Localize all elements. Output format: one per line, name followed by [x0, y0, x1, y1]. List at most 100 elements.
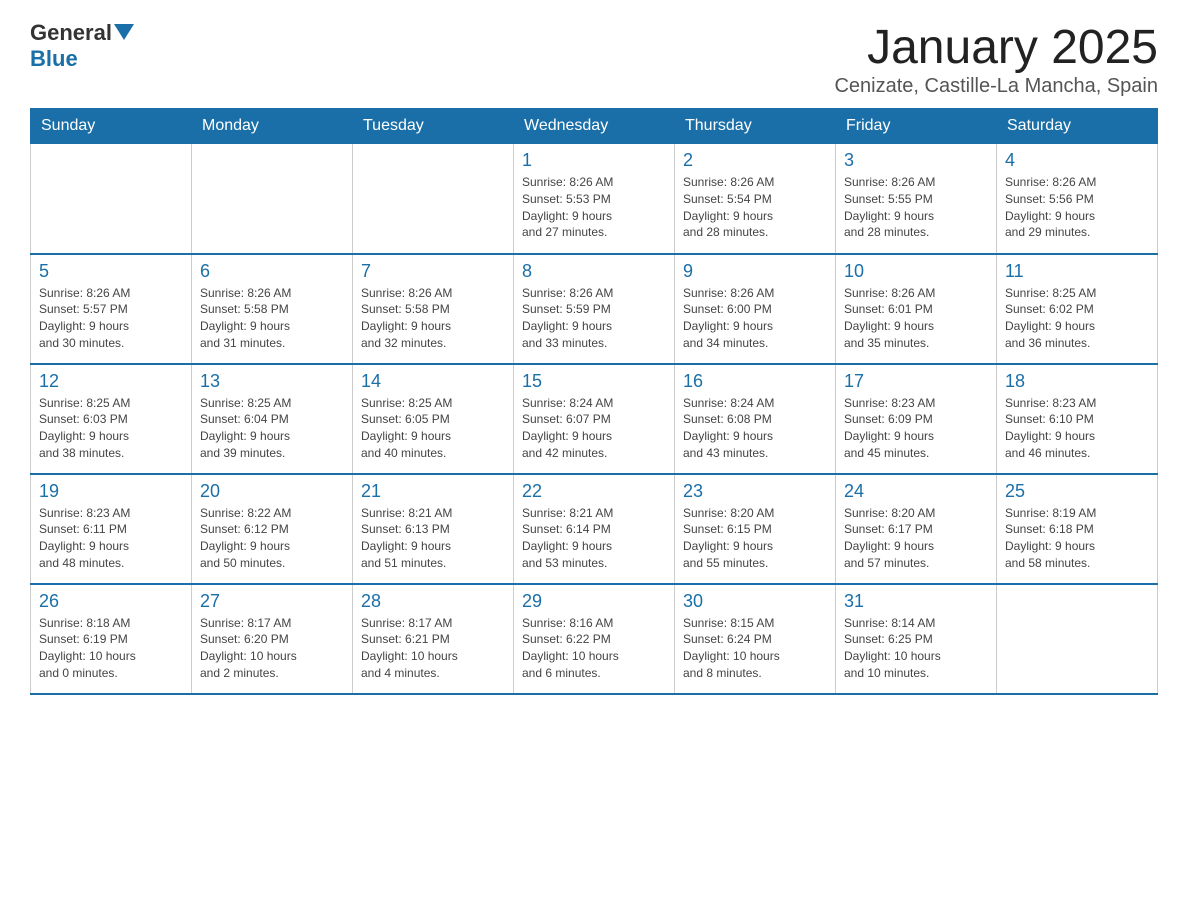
day-info: Sunrise: 8:16 AM Sunset: 6:22 PM Dayligh…	[522, 615, 666, 682]
day-info: Sunrise: 8:15 AM Sunset: 6:24 PM Dayligh…	[683, 615, 827, 682]
title-block: January 2025 Cenizate, Castille-La Manch…	[834, 20, 1158, 98]
day-info: Sunrise: 8:26 AM Sunset: 5:54 PM Dayligh…	[683, 174, 827, 241]
calendar-cell: 13 Sunrise: 8:25 AM Sunset: 6:04 PM Dayli…	[192, 364, 353, 474]
calendar-cell: 17 Sunrise: 8:23 AM Sunset: 6:09 PM Dayli…	[836, 364, 997, 474]
day-number: 17	[844, 371, 988, 392]
calendar-cell: 15 Sunrise: 8:24 AM Sunset: 6:07 PM Dayli…	[514, 364, 675, 474]
day-number: 12	[39, 371, 183, 392]
day-number: 5	[39, 261, 183, 282]
day-info: Sunrise: 8:20 AM Sunset: 6:17 PM Dayligh…	[844, 505, 988, 572]
column-header-friday: Friday	[836, 109, 997, 144]
calendar-cell: 30 Sunrise: 8:15 AM Sunset: 6:24 PM Dayli…	[675, 584, 836, 694]
column-header-monday: Monday	[192, 109, 353, 144]
calendar-cell: 24 Sunrise: 8:20 AM Sunset: 6:17 PM Dayli…	[836, 474, 997, 584]
day-number: 10	[844, 261, 988, 282]
day-info: Sunrise: 8:17 AM Sunset: 6:20 PM Dayligh…	[200, 615, 344, 682]
day-info: Sunrise: 8:19 AM Sunset: 6:18 PM Dayligh…	[1005, 505, 1149, 572]
calendar-cell: 2 Sunrise: 8:26 AM Sunset: 5:54 PM Daylig…	[675, 144, 836, 254]
day-info: Sunrise: 8:24 AM Sunset: 6:07 PM Dayligh…	[522, 395, 666, 462]
calendar-cell: 14 Sunrise: 8:25 AM Sunset: 6:05 PM Dayli…	[353, 364, 514, 474]
calendar-cell: 16 Sunrise: 8:24 AM Sunset: 6:08 PM Dayli…	[675, 364, 836, 474]
day-info: Sunrise: 8:22 AM Sunset: 6:12 PM Dayligh…	[200, 505, 344, 572]
day-info: Sunrise: 8:25 AM Sunset: 6:05 PM Dayligh…	[361, 395, 505, 462]
day-info: Sunrise: 8:26 AM Sunset: 5:53 PM Dayligh…	[522, 174, 666, 241]
calendar-cell: 7Sunrise: 8:26 AM Sunset: 5:58 PM Daylig…	[353, 254, 514, 364]
day-info: Sunrise: 8:25 AM Sunset: 6:03 PM Dayligh…	[39, 395, 183, 462]
day-number: 18	[1005, 371, 1149, 392]
calendar-cell: 31Sunrise: 8:14 AM Sunset: 6:25 PM Dayli…	[836, 584, 997, 694]
calendar-cell: 10 Sunrise: 8:26 AM Sunset: 6:01 PM Dayli…	[836, 254, 997, 364]
calendar-cell: 28Sunrise: 8:17 AM Sunset: 6:21 PM Dayli…	[353, 584, 514, 694]
day-info: Sunrise: 8:21 AM Sunset: 6:14 PM Dayligh…	[522, 505, 666, 572]
calendar-cell: 26Sunrise: 8:18 AM Sunset: 6:19 PM Dayli…	[31, 584, 192, 694]
day-info: Sunrise: 8:23 AM Sunset: 6:11 PM Dayligh…	[39, 505, 183, 572]
day-number: 3	[844, 150, 988, 171]
week-row-1: 1Sunrise: 8:26 AM Sunset: 5:53 PM Daylig…	[31, 144, 1158, 254]
day-info: Sunrise: 8:26 AM Sunset: 5:55 PM Dayligh…	[844, 174, 988, 241]
column-header-sunday: Sunday	[31, 109, 192, 144]
day-number: 22	[522, 481, 666, 502]
day-number: 29	[522, 591, 666, 612]
day-info: Sunrise: 8:23 AM Sunset: 6:09 PM Dayligh…	[844, 395, 988, 462]
day-number: 15	[522, 371, 666, 392]
day-info: Sunrise: 8:26 AM Sunset: 5:56 PM Dayligh…	[1005, 174, 1149, 241]
day-number: 21	[361, 481, 505, 502]
day-info: Sunrise: 8:26 AM Sunset: 6:00 PM Dayligh…	[683, 285, 827, 352]
calendar-cell	[353, 144, 514, 254]
calendar-cell: 1Sunrise: 8:26 AM Sunset: 5:53 PM Daylig…	[514, 144, 675, 254]
day-info: Sunrise: 8:20 AM Sunset: 6:15 PM Dayligh…	[683, 505, 827, 572]
calendar-cell: 22 Sunrise: 8:21 AM Sunset: 6:14 PM Dayli…	[514, 474, 675, 584]
day-number: 26	[39, 591, 183, 612]
week-row-4: 19Sunrise: 8:23 AM Sunset: 6:11 PM Dayli…	[31, 474, 1158, 584]
day-number: 16	[683, 371, 827, 392]
calendar-cell	[997, 584, 1158, 694]
calendar-table: SundayMondayTuesdayWednesdayThursdayFrid…	[30, 108, 1158, 695]
day-info: Sunrise: 8:21 AM Sunset: 6:13 PM Dayligh…	[361, 505, 505, 572]
day-number: 27	[200, 591, 344, 612]
day-info: Sunrise: 8:25 AM Sunset: 6:04 PM Dayligh…	[200, 395, 344, 462]
logo-blue-text: Blue	[30, 46, 78, 71]
day-info: Sunrise: 8:26 AM Sunset: 5:58 PM Dayligh…	[200, 285, 344, 352]
day-info: Sunrise: 8:26 AM Sunset: 5:59 PM Dayligh…	[522, 285, 666, 352]
calendar-cell: 29 Sunrise: 8:16 AM Sunset: 6:22 PM Dayli…	[514, 584, 675, 694]
day-number: 14	[361, 371, 505, 392]
calendar-cell	[31, 144, 192, 254]
calendar-cell: 4Sunrise: 8:26 AM Sunset: 5:56 PM Daylig…	[997, 144, 1158, 254]
header-row: SundayMondayTuesdayWednesdayThursdayFrid…	[31, 109, 1158, 144]
day-number: 13	[200, 371, 344, 392]
calendar-cell: 21 Sunrise: 8:21 AM Sunset: 6:13 PM Dayli…	[353, 474, 514, 584]
day-info: Sunrise: 8:14 AM Sunset: 6:25 PM Dayligh…	[844, 615, 988, 682]
day-number: 11	[1005, 261, 1149, 282]
calendar-title: January 2025	[834, 20, 1158, 75]
day-number: 8	[522, 261, 666, 282]
page-header: General Blue January 2025 Cenizate, Cast…	[30, 20, 1158, 98]
day-number: 7	[361, 261, 505, 282]
day-number: 30	[683, 591, 827, 612]
day-number: 2	[683, 150, 827, 171]
column-header-thursday: Thursday	[675, 109, 836, 144]
day-number: 23	[683, 481, 827, 502]
column-header-tuesday: Tuesday	[353, 109, 514, 144]
logo-general-text: General	[30, 20, 112, 45]
calendar-cell: 11 Sunrise: 8:25 AM Sunset: 6:02 PM Dayli…	[997, 254, 1158, 364]
calendar-cell: 6 Sunrise: 8:26 AM Sunset: 5:58 PM Daylig…	[192, 254, 353, 364]
day-info: Sunrise: 8:25 AM Sunset: 6:02 PM Dayligh…	[1005, 285, 1149, 352]
calendar-cell: 18Sunrise: 8:23 AM Sunset: 6:10 PM Dayli…	[997, 364, 1158, 474]
day-number: 6	[200, 261, 344, 282]
calendar-cell: 27 Sunrise: 8:17 AM Sunset: 6:20 PM Dayli…	[192, 584, 353, 694]
calendar-cell: 19Sunrise: 8:23 AM Sunset: 6:11 PM Dayli…	[31, 474, 192, 584]
day-info: Sunrise: 8:26 AM Sunset: 6:01 PM Dayligh…	[844, 285, 988, 352]
week-row-5: 26Sunrise: 8:18 AM Sunset: 6:19 PM Dayli…	[31, 584, 1158, 694]
day-number: 25	[1005, 481, 1149, 502]
logo-triangle-icon	[114, 24, 134, 40]
calendar-header: SundayMondayTuesdayWednesdayThursdayFrid…	[31, 109, 1158, 144]
calendar-cell	[192, 144, 353, 254]
day-number: 24	[844, 481, 988, 502]
calendar-subtitle: Cenizate, Castille-La Mancha, Spain	[834, 75, 1158, 98]
calendar-cell: 25 Sunrise: 8:19 AM Sunset: 6:18 PM Dayli…	[997, 474, 1158, 584]
calendar-cell: 12 Sunrise: 8:25 AM Sunset: 6:03 PM Dayli…	[31, 364, 192, 474]
day-info: Sunrise: 8:24 AM Sunset: 6:08 PM Dayligh…	[683, 395, 827, 462]
day-number: 9	[683, 261, 827, 282]
day-number: 28	[361, 591, 505, 612]
calendar-cell: 9 Sunrise: 8:26 AM Sunset: 6:00 PM Daylig…	[675, 254, 836, 364]
